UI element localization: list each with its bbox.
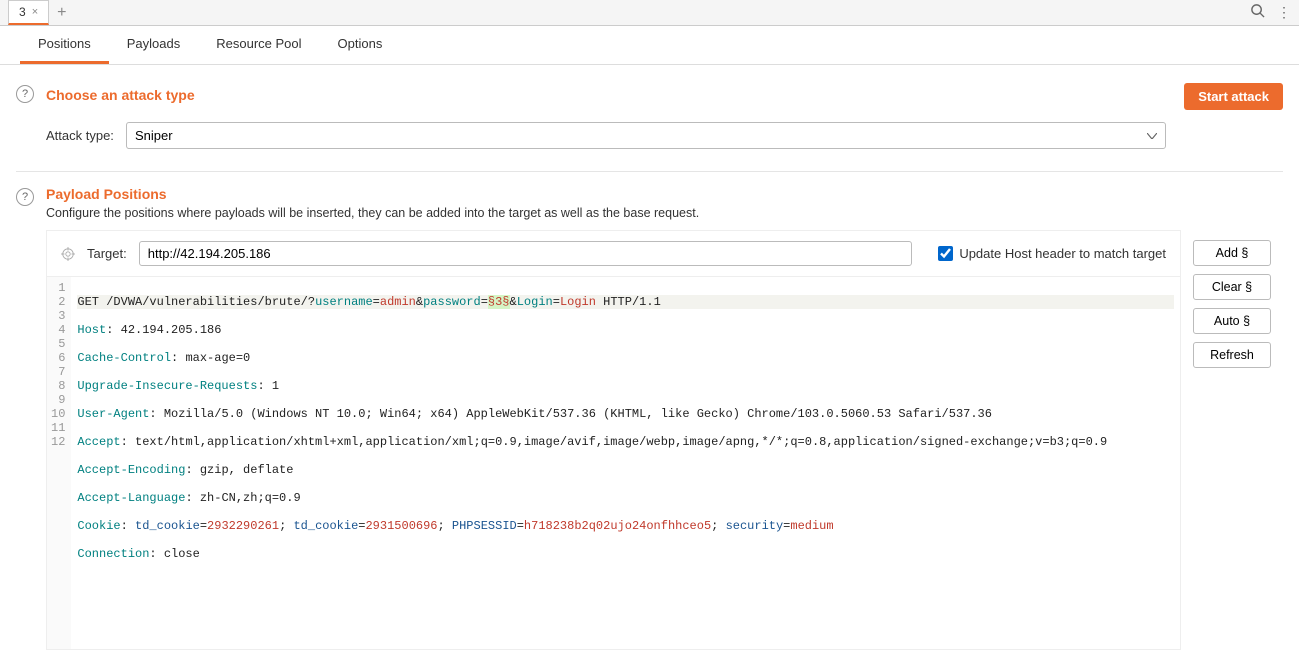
- target-icon: [61, 247, 75, 261]
- add-tab-button[interactable]: +: [57, 4, 66, 22]
- update-host-label: Update Host header to match target: [959, 246, 1166, 261]
- payload-marker: §3§: [488, 295, 510, 309]
- search-icon[interactable]: [1250, 3, 1265, 23]
- add-marker-button[interactable]: Add §: [1193, 240, 1271, 266]
- tab-payloads[interactable]: Payloads: [109, 26, 198, 64]
- target-label: Target:: [87, 246, 127, 261]
- update-host-checkbox[interactable]: [938, 246, 953, 261]
- request-editor[interactable]: 1 2 3 4 5 6 7 8 9 10 11 12: [46, 277, 1181, 650]
- update-host-checkbox-wrap[interactable]: Update Host header to match target: [938, 246, 1166, 261]
- section-divider: [16, 171, 1283, 172]
- menu-icon[interactable]: ⋮: [1277, 4, 1291, 21]
- attack-type-label: Attack type:: [46, 128, 116, 143]
- attack-type-title: Choose an attack type: [46, 87, 195, 103]
- tab-options[interactable]: Options: [320, 26, 401, 64]
- target-row: Target: Update Host header to match targ…: [46, 230, 1181, 277]
- tab-resource-pool[interactable]: Resource Pool: [198, 26, 319, 64]
- request-code[interactable]: GET /DVWA/vulnerabilities/brute/?usernam…: [71, 277, 1180, 649]
- help-icon[interactable]: ?: [16, 85, 34, 103]
- clear-marker-button[interactable]: Clear §: [1193, 274, 1271, 300]
- refresh-button[interactable]: Refresh: [1193, 342, 1271, 368]
- help-icon[interactable]: ?: [16, 188, 34, 206]
- target-input[interactable]: [139, 241, 913, 266]
- top-tab-bar: 3 × + ⋮: [0, 0, 1299, 26]
- session-tab[interactable]: 3 ×: [8, 0, 49, 25]
- sub-tab-bar: Positions Payloads Resource Pool Options: [0, 26, 1299, 65]
- close-icon[interactable]: ×: [32, 6, 38, 18]
- tab-positions[interactable]: Positions: [20, 26, 109, 64]
- start-attack-button[interactable]: Start attack: [1184, 83, 1283, 110]
- session-tab-label: 3: [19, 5, 26, 19]
- auto-marker-button[interactable]: Auto §: [1193, 308, 1271, 334]
- attack-type-select[interactable]: Sniper: [126, 122, 1166, 149]
- payload-positions-title: Payload Positions: [46, 186, 1283, 202]
- payload-positions-desc: Configure the positions where payloads w…: [46, 206, 1283, 220]
- line-gutter: 1 2 3 4 5 6 7 8 9 10 11 12: [47, 277, 71, 649]
- marker-buttons: Add § Clear § Auto § Refresh: [1193, 230, 1283, 368]
